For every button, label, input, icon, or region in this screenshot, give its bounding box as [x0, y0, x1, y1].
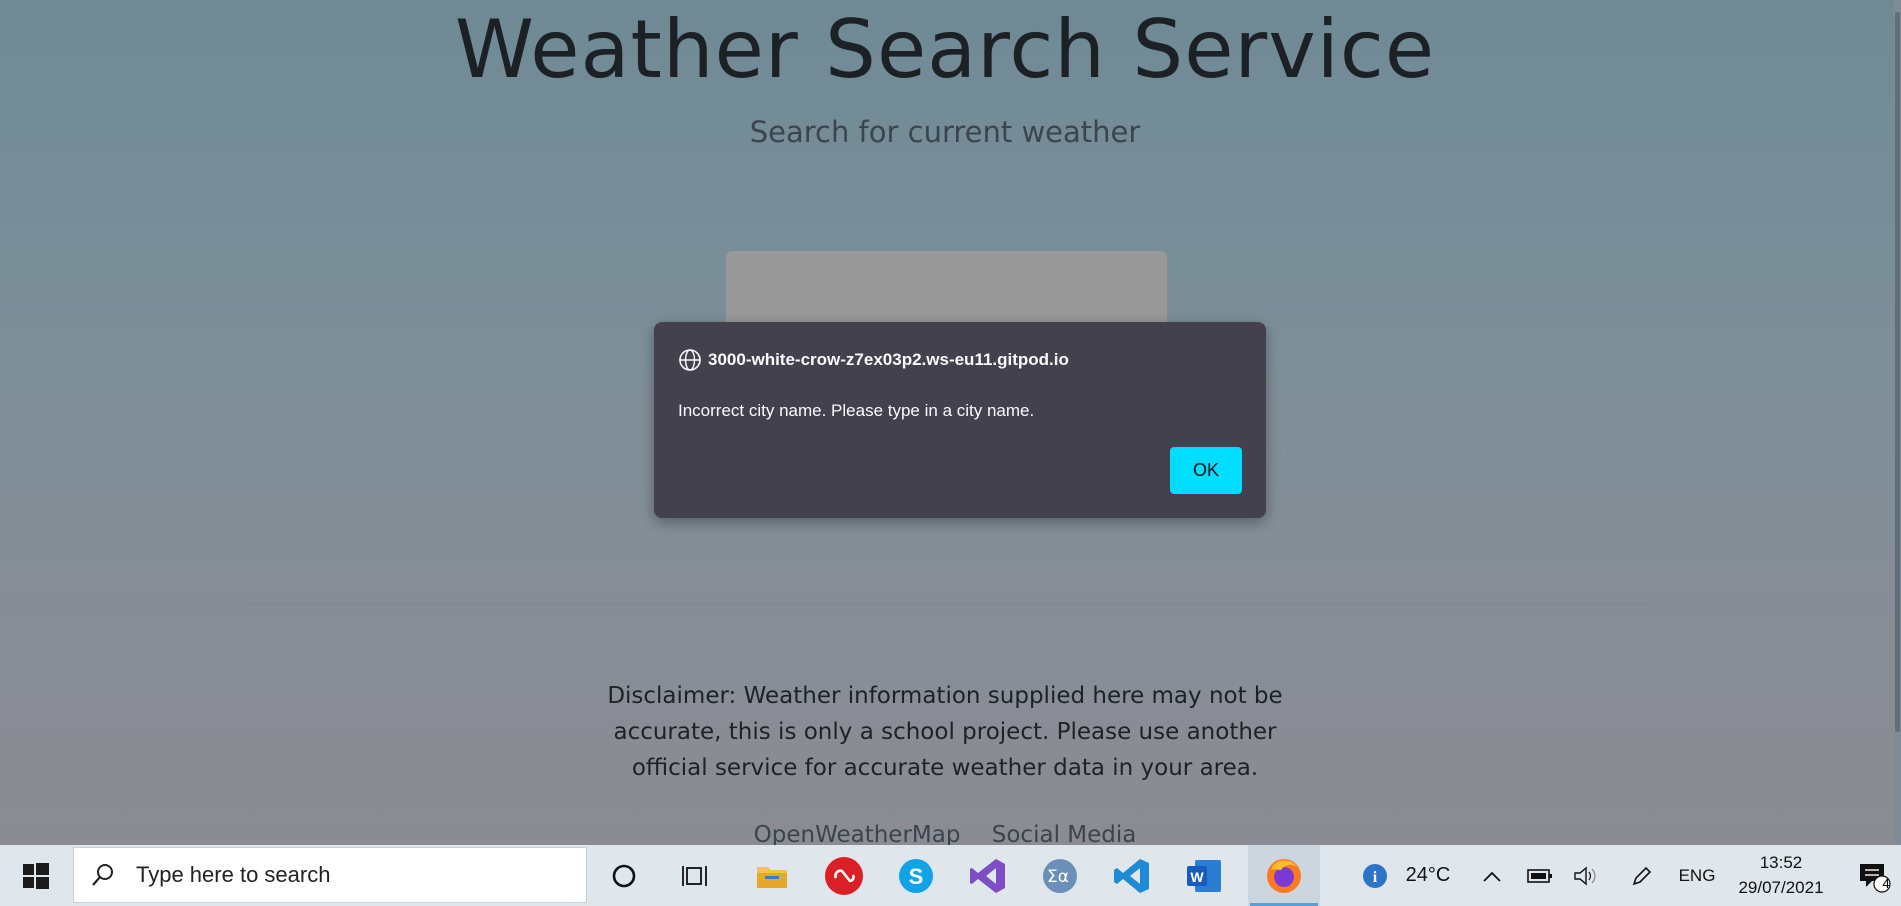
- clock[interactable]: 13:52 29/07/2021: [1720, 850, 1842, 900]
- clock-time: 13:52: [1759, 853, 1803, 872]
- page-title: Weather Search Service: [454, 3, 1436, 96]
- task-view-icon: [682, 865, 707, 886]
- adobe-cc-button[interactable]: [808, 845, 880, 906]
- divider: [245, 603, 1651, 604]
- dialog-header: 3000-white-crow-z7ex03p2.ws-eu11.gitpod.…: [678, 348, 1069, 372]
- taskbar-search-box[interactable]: Type here to search: [73, 847, 587, 903]
- cortana-icon: [612, 864, 636, 887]
- battery-icon: [1527, 868, 1552, 883]
- taskbar: Type here to search S Σα W i 24°C ENG 13…: [0, 845, 1901, 906]
- word-button[interactable]: W: [1168, 845, 1240, 906]
- file-explorer-icon: [757, 866, 787, 888]
- vscode-button[interactable]: [1096, 845, 1168, 906]
- skype-button[interactable]: S: [880, 845, 952, 906]
- start-button[interactable]: [0, 845, 72, 906]
- alert-dialog: 3000-white-crow-z7ex03p2.ws-eu11.gitpod.…: [654, 322, 1266, 518]
- browser-page: Weather Search Service Search for curren…: [0, 0, 1901, 845]
- pen-button[interactable]: [1624, 845, 1660, 906]
- footer-link-social-media[interactable]: Social Media: [992, 822, 1137, 845]
- show-hidden-icons-button[interactable]: [1474, 845, 1510, 906]
- footer-link-openweathermap[interactable]: OpenWeatherMap: [754, 822, 961, 845]
- word-icon: W: [1187, 859, 1221, 892]
- page-scrollbar[interactable]: [1894, 0, 1901, 845]
- volume-button[interactable]: [1568, 845, 1604, 906]
- action-center-button[interactable]: 4: [1850, 845, 1898, 906]
- dialog-message: Incorrect city name. Please type in a ci…: [678, 401, 1035, 420]
- speaker-icon: [1574, 866, 1596, 885]
- svg-text:S: S: [909, 864, 924, 889]
- svg-text:i: i: [1373, 869, 1378, 886]
- visual-studio-button[interactable]: [952, 845, 1024, 906]
- chevron-up-icon: [1483, 871, 1501, 882]
- search-icon: [92, 864, 113, 886]
- dialog-origin: 3000-white-crow-z7ex03p2.ws-eu11.gitpod.…: [708, 350, 1069, 369]
- visual-studio-icon: [970, 858, 1005, 893]
- footer-links: OpenWeatherMap Social Media: [0, 822, 1890, 845]
- math-input-icon: Σα: [1043, 858, 1077, 893]
- pen-icon: [1632, 866, 1652, 885]
- battery-button[interactable]: [1520, 845, 1560, 906]
- svg-text:W: W: [1190, 869, 1204, 885]
- task-view-button[interactable]: [660, 845, 732, 906]
- language-indicator[interactable]: ENG: [1672, 845, 1722, 906]
- globe-icon: [679, 349, 701, 371]
- notification-count: 4: [1882, 876, 1890, 891]
- math-input-button[interactable]: Σα: [1024, 845, 1096, 906]
- clock-date: 29/07/2021: [1738, 878, 1824, 897]
- adobe-creative-cloud-icon: [825, 856, 863, 895]
- disclaimer-text: Disclaimer: Weather information supplied…: [607, 683, 1283, 781]
- weather-widget-button[interactable]: i: [1355, 845, 1395, 906]
- weather-temp[interactable]: 24°C: [1398, 845, 1458, 906]
- search-placeholder: Type here to search: [136, 862, 331, 887]
- windows-icon: [23, 862, 49, 889]
- svg-text:Σα: Σα: [1047, 867, 1069, 887]
- search-card: [726, 251, 1167, 327]
- scrollbar-thumb[interactable]: [1895, 12, 1900, 732]
- info-icon: i: [1363, 863, 1387, 888]
- file-explorer-button[interactable]: [736, 845, 808, 906]
- vscode-icon: [1114, 858, 1149, 893]
- cortana-button[interactable]: [588, 845, 660, 906]
- firefox-button[interactable]: [1248, 845, 1320, 906]
- ok-button[interactable]: OK: [1170, 447, 1242, 494]
- firefox-icon: [1267, 858, 1301, 893]
- page-subtitle: Search for current weather: [749, 115, 1141, 149]
- skype-icon: S: [899, 858, 933, 893]
